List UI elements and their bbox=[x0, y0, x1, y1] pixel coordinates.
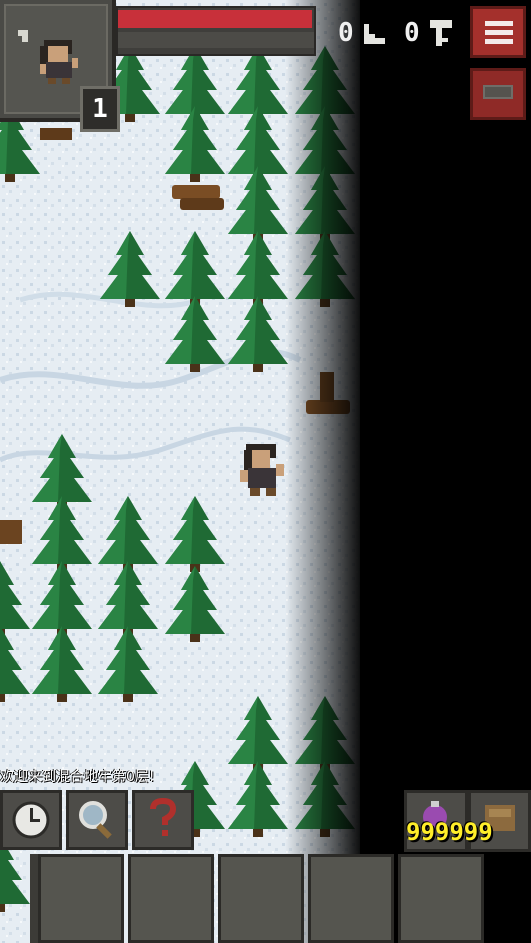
quickslot-3[interactable] bbox=[218, 854, 304, 943]
menu-icon-bar-3 bbox=[485, 39, 513, 44]
depth-counter: 0 bbox=[338, 18, 354, 48]
journal-icon bbox=[483, 85, 513, 99]
hero-level-badge: 1 bbox=[80, 86, 120, 132]
game-log-message: 欢迎来到混合地牢第0层! bbox=[0, 769, 155, 785]
quickslot-1[interactable] bbox=[38, 854, 124, 943]
exp-bar bbox=[118, 32, 314, 48]
stairs-icon bbox=[364, 24, 385, 44]
question-mark-icon bbox=[150, 797, 177, 836]
menu-button[interactable] bbox=[470, 6, 526, 58]
magnifier-icon bbox=[79, 801, 112, 839]
hp-exp-frame bbox=[116, 6, 316, 56]
quickslot-5[interactable] bbox=[398, 854, 484, 943]
key-icon bbox=[430, 20, 452, 46]
search-button[interactable] bbox=[66, 790, 128, 850]
quickslot-2[interactable] bbox=[128, 854, 214, 943]
keys-counter: 0 bbox=[404, 18, 420, 48]
menu-icon bbox=[485, 21, 513, 26]
wait-button[interactable] bbox=[0, 790, 62, 850]
quickslot-4[interactable] bbox=[308, 854, 394, 943]
gold-counter: 999999 bbox=[406, 818, 493, 846]
info-button[interactable] bbox=[132, 790, 194, 850]
journal-button[interactable] bbox=[470, 68, 526, 120]
quickbar-edge bbox=[30, 854, 38, 943]
clock-icon bbox=[12, 801, 50, 839]
hp-bar bbox=[118, 10, 313, 28]
menu-icon-bar-2 bbox=[485, 30, 513, 35]
